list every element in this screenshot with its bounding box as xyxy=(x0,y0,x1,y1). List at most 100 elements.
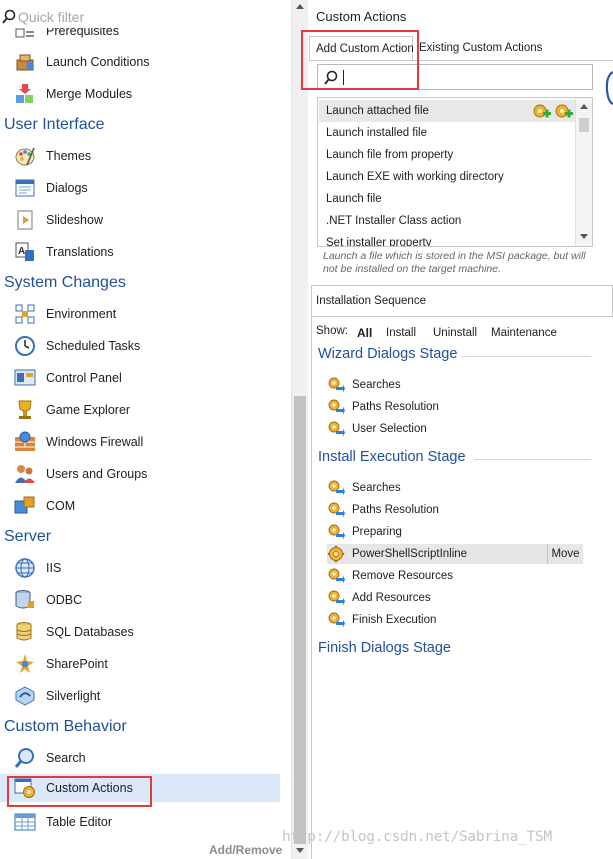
nav-item-scheduled-tasks[interactable]: Scheduled Tasks xyxy=(0,332,280,360)
sequence-action-icon xyxy=(327,611,345,629)
scroll-thumb[interactable] xyxy=(579,118,589,132)
action-list-scrollbar[interactable] xyxy=(575,98,592,246)
show-filter-maintenance[interactable]: Maintenance xyxy=(491,327,557,339)
nav-tree: Prerequisites Launch Conditions Merge Mo… xyxy=(0,28,290,838)
category-custom-behavior: Custom Behavior xyxy=(4,718,127,735)
nav-item-silverlight[interactable]: Silverlight xyxy=(0,682,280,710)
firewall-icon xyxy=(15,431,35,451)
custom-actions-panel: Custom Actions Add Custom Action Existin… xyxy=(282,0,613,859)
sequence-action-icon xyxy=(327,501,345,519)
nav-item-sql-databases[interactable]: SQL Databases xyxy=(0,618,280,646)
move-button[interactable]: Move xyxy=(547,544,583,564)
nav-item-merge-modules[interactable]: Merge Modules xyxy=(0,80,280,108)
nav-item-themes[interactable]: Themes xyxy=(0,142,280,170)
nav-item-game-explorer[interactable]: Game Explorer xyxy=(0,396,280,424)
seq-item-remove-resources[interactable]: Remove Resources xyxy=(327,566,583,586)
seq-item-finish-execution[interactable]: Finish Execution xyxy=(327,610,583,630)
add-action-with-sequence-icon[interactable] xyxy=(531,101,551,121)
nav-item-environment[interactable]: Environment xyxy=(0,300,280,328)
search-icon xyxy=(2,9,16,25)
partial-logo-icon xyxy=(605,71,613,106)
control-panel-icon xyxy=(14,369,36,386)
list-item-launch-file-from-property[interactable]: Launch file from property xyxy=(319,144,575,166)
nav-item-sharepoint[interactable]: SharePoint xyxy=(0,650,280,678)
highlight-box-add-custom-action xyxy=(301,30,419,90)
sequence-action-icon xyxy=(327,376,345,394)
list-item-launch-exe-with-working-directory[interactable]: Launch EXE with working directory xyxy=(319,166,575,188)
nav-item-control-panel[interactable]: Control Panel xyxy=(0,364,280,392)
category-server: Server xyxy=(4,528,52,545)
sequence-action-icon xyxy=(327,479,345,497)
nav-item-com[interactable]: COM xyxy=(0,492,280,520)
stage-install-execution[interactable]: Install Execution Stage xyxy=(318,449,466,465)
nav-item-translations[interactable]: A Translations xyxy=(0,238,280,266)
sequence-action-icon xyxy=(327,420,345,438)
nav-item-launch-conditions[interactable]: Launch Conditions xyxy=(0,48,280,76)
panel-title: Custom Actions xyxy=(316,9,407,24)
watermark-url: http://blog.csdn.net/Sabrina_TSM xyxy=(282,829,552,845)
stage-divider xyxy=(461,356,591,357)
nav-item-iis[interactable]: IIS xyxy=(0,554,280,582)
show-label: Show: xyxy=(316,325,348,337)
show-filter-install[interactable]: Install xyxy=(386,327,416,339)
translations-icon: A xyxy=(15,242,34,261)
sequence-action-icon xyxy=(327,523,345,541)
category-system-changes: System Changes xyxy=(4,274,126,291)
scroll-thumb[interactable] xyxy=(294,396,306,844)
merge-modules-icon xyxy=(16,84,33,103)
prerequisites-icon xyxy=(15,28,34,38)
stage-finish-dialogs[interactable]: Finish Dialogs Stage xyxy=(318,640,451,656)
seq-item-add-resources[interactable]: Add Resources xyxy=(327,588,583,608)
list-item-set-installer-property[interactable]: Set installer property xyxy=(319,232,575,246)
show-filter-all[interactable]: All xyxy=(357,326,372,340)
seq-item-searches[interactable]: Searches xyxy=(327,375,583,395)
show-filter-uninstall[interactable]: Uninstall xyxy=(433,327,477,339)
scroll-up-arrow-icon[interactable] xyxy=(296,4,304,9)
gear-icon xyxy=(327,545,345,563)
sequence-action-icon xyxy=(327,567,345,585)
slideshow-icon xyxy=(17,210,33,230)
installation-sequence-header: Installation Sequence xyxy=(311,285,613,317)
seq-item-searches[interactable]: Searches xyxy=(327,478,583,498)
list-item-launch-file[interactable]: Launch file xyxy=(319,188,575,210)
seq-item-paths-resolution[interactable]: Paths Resolution xyxy=(327,500,583,520)
database-plug-icon xyxy=(15,590,34,609)
scroll-up-arrow-icon[interactable] xyxy=(580,104,588,109)
list-item-launch-installed-file[interactable]: Launch installed file xyxy=(319,122,575,144)
navigation-panel: Prerequisites Launch Conditions Merge Mo… xyxy=(0,0,292,859)
action-list: Launch attached file Launch installed fi… xyxy=(317,97,593,247)
dialogs-icon xyxy=(15,179,35,197)
svg-text:A: A xyxy=(18,246,25,257)
add-action-without-sequence-icon[interactable] xyxy=(553,101,573,121)
category-user-interface: User Interface xyxy=(4,116,105,133)
seq-item-powershellscriptinline[interactable]: PowerShellScriptInline Move xyxy=(327,544,583,564)
database-icon xyxy=(16,622,32,641)
nav-item-windows-firewall[interactable]: Windows Firewall xyxy=(0,428,280,456)
scroll-down-arrow-icon[interactable] xyxy=(580,234,588,239)
stage-wizard-dialogs[interactable]: Wizard Dialogs Stage xyxy=(318,346,457,362)
environment-icon xyxy=(15,304,35,324)
nav-item-prerequisites[interactable]: Prerequisites xyxy=(0,28,280,45)
clock-icon xyxy=(15,336,35,356)
search-icon xyxy=(14,748,34,768)
seq-item-user-selection[interactable]: User Selection xyxy=(327,419,583,439)
nav-scrollbar[interactable] xyxy=(291,0,308,859)
nav-item-table-editor[interactable]: Table Editor xyxy=(0,808,280,836)
list-item-net-installer-class-action[interactable]: .NET Installer Class action xyxy=(319,210,575,232)
seq-item-preparing[interactable]: Preparing xyxy=(327,522,583,542)
list-item-launch-attached-file[interactable]: Launch attached file xyxy=(319,100,575,122)
seq-item-paths-resolution[interactable]: Paths Resolution xyxy=(327,397,583,417)
nav-item-dialogs[interactable]: Dialogs xyxy=(0,174,280,202)
table-icon xyxy=(14,813,36,831)
tab-existing-custom-actions[interactable]: Existing Custom Actions xyxy=(413,36,613,60)
nav-item-search[interactable]: Search xyxy=(0,744,280,772)
nav-item-odbc[interactable]: ODBC xyxy=(0,586,280,614)
nav-item-users-and-groups[interactable]: Users and Groups xyxy=(0,460,280,488)
add-remove-link[interactable]: Add/Remove xyxy=(209,843,282,857)
scroll-down-arrow-icon[interactable] xyxy=(296,848,304,853)
users-icon xyxy=(15,465,35,483)
quick-filter-input[interactable] xyxy=(18,7,268,27)
nav-item-slideshow[interactable]: Slideshow xyxy=(0,206,280,234)
highlight-box-custom-actions xyxy=(7,776,152,807)
sequence-action-icon xyxy=(327,398,345,416)
